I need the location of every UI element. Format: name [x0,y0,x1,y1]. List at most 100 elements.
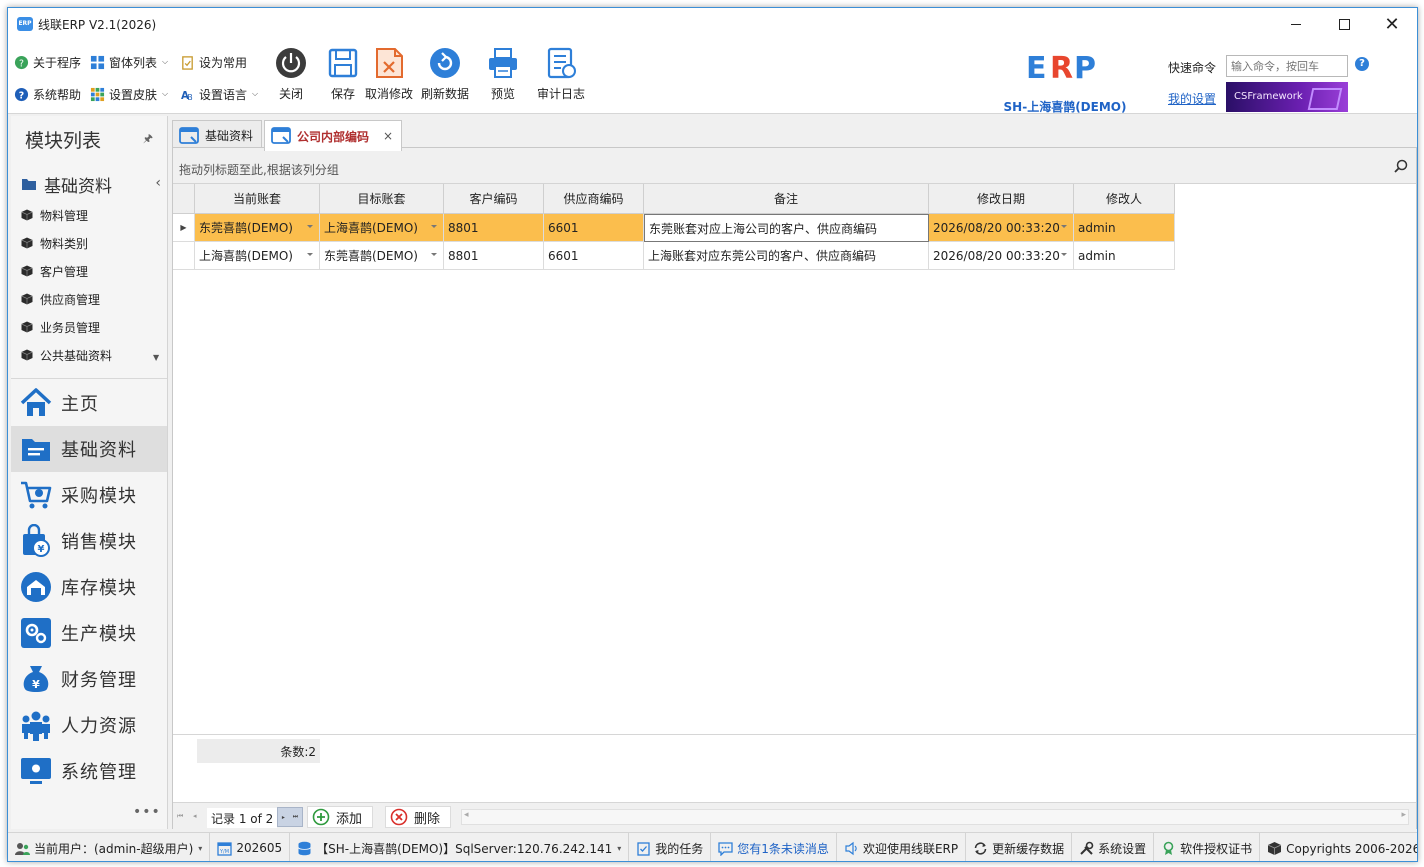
svg-text:¥: ¥ [32,678,40,691]
app-logo-icon: ERP [17,17,33,31]
tab-basic-data[interactable]: 基础资料 [172,120,263,150]
dropdown-arrow-icon[interactable] [1061,225,1067,228]
sub-item-salesman[interactable]: 业务员管理 [21,317,100,337]
maximize-button[interactable] [1321,8,1367,40]
more-icon[interactable]: ••• [133,804,161,820]
column-header[interactable]: 当前账套 [195,184,320,214]
status-tasks[interactable]: 我的任务 [629,833,712,861]
column-header[interactable]: 供应商编码 [544,184,644,214]
close-tab-icon[interactable]: × [383,129,393,143]
module-production[interactable]: 生产模块 [11,610,167,656]
set-common-button[interactable]: 设为常用 [180,52,247,72]
sub-item-public-data[interactable]: 公共基础资料 [21,345,112,365]
module-label: 主页 [61,394,99,415]
sub-item-supplier[interactable]: 供应商管理 [21,289,100,309]
cell-current-book[interactable]: 上海喜鹊(DEMO) [195,242,320,270]
module-hr[interactable]: 人力资源 [11,702,167,748]
column-header[interactable]: 目标账套 [320,184,444,214]
column-header[interactable]: 备注 [644,184,929,214]
horizontal-scrollbar[interactable] [461,809,1409,825]
prev-record-icon[interactable]: ◂ [193,812,197,820]
tab-internal-code[interactable]: 公司内部编码 × [264,120,403,151]
module-purchase[interactable]: 采购模块 [11,472,167,518]
command-input[interactable] [1226,55,1348,77]
search-icon[interactable] [1394,159,1408,173]
module-system[interactable]: 系统管理 [11,748,167,794]
column-header[interactable]: 修改人 [1074,184,1175,214]
tools-icon [1080,841,1094,855]
cell-current-book[interactable]: 东莞喜鹊(DEMO) [195,214,320,242]
cell-modifier[interactable]: admin [1074,214,1175,242]
dropdown-arrow-icon[interactable] [307,253,313,256]
status-current-user[interactable]: 当前用户：(admin-超级用户) ▾ [8,833,211,861]
dropdown-arrow-icon[interactable] [431,225,437,228]
audit-log-button[interactable]: 审计日志 [537,44,585,106]
module-basic-data[interactable]: 基础资料 [11,426,167,472]
delete-button[interactable]: 删除 [385,806,452,828]
preview-button[interactable]: 预览 [486,44,520,106]
sub-item-category[interactable]: 物料类别 [21,233,88,253]
dropdown-arrow-icon[interactable] [307,225,313,228]
help-button[interactable]: ? 系统帮助 [14,84,81,104]
group-header-basic[interactable]: 基础资料 ‹ [21,173,161,197]
cell-customer-code[interactable]: 8801 [444,242,544,270]
skin-button[interactable]: 设置皮肤 ⌵ [90,84,168,104]
users-icon [15,842,30,855]
save-button[interactable]: 保存 [326,44,360,106]
sub-item-customer[interactable]: 客户管理 [21,261,88,281]
chevron-left-icon[interactable]: ‹ [155,175,161,191]
table-row[interactable]: ▶ 东莞喜鹊(DEMO) 上海喜鹊(DEMO) 8801 6601 东莞账套对应… [173,214,1175,242]
cell-supplier-code[interactable]: 6601 [544,214,644,242]
status-period[interactable]: Y/M 202605 [210,833,291,861]
status-messages[interactable]: 您有1条未读消息 [711,833,837,861]
module-label: 库存模块 [61,578,137,599]
status-db-label: 【SH-上海喜鹊(DEMO)】SqlServer:120.76.242.141 [316,841,613,856]
close-button[interactable]: 关闭 [274,44,308,106]
next-last-record-buttons[interactable]: ▸ ⏭ [277,807,303,827]
about-button[interactable]: ? 关于程序 [14,52,81,72]
help-label: 系统帮助 [33,87,82,102]
first-record-icon[interactable]: ⏮ [177,812,183,821]
cell-modified-date[interactable]: 2026/08/20 00:33:20 [929,242,1074,270]
status-database[interactable]: 【SH-上海喜鹊(DEMO)】SqlServer:120.76.242.141 … [290,833,630,861]
audit-log-label: 审计日志 [537,87,586,101]
cell-remark[interactable]: 上海账套对应东莞公司的客户、供应商编码 [644,242,929,270]
dropdown-arrow-icon[interactable] [431,253,437,256]
module-finance[interactable]: ¥ 财务管理 [11,656,167,702]
help-circle-icon[interactable]: ? [1355,57,1369,71]
language-button[interactable]: AB 设置语言 ⌵ [180,84,258,104]
close-window-button[interactable]: ✕ [1369,8,1415,40]
cell-target-book[interactable]: 东莞喜鹊(DEMO) [320,242,444,270]
pin-icon[interactable]: 🖈 [143,130,153,149]
my-settings-link[interactable]: 我的设置 [1168,90,1216,107]
module-inventory[interactable]: 库存模块 [11,564,167,610]
cell-target-book[interactable]: 上海喜鹊(DEMO) [320,214,444,242]
add-button[interactable]: 添加 [307,806,374,828]
chevron-down-icon: ⌵ [162,89,169,98]
csframework-banner[interactable]: CSFramework [1226,82,1348,112]
cancel-edit-button[interactable]: 取消修改 [365,44,413,106]
window-list-button[interactable]: 窗体列表 ⌵ [90,52,168,72]
database-icon [298,841,312,855]
status-license[interactable]: 软件授权证书 [1154,833,1261,861]
module-home[interactable]: 主页 [11,380,167,426]
minimize-button[interactable] [1273,8,1319,40]
column-header[interactable]: 修改日期 [929,184,1074,214]
status-settings[interactable]: 系统设置 [1072,833,1155,861]
cell-customer-code[interactable]: 8801 [444,214,544,242]
column-header[interactable]: 客户编码 [444,184,544,214]
cell-supplier-code[interactable]: 6601 [544,242,644,270]
module-sales[interactable]: ¥ 销售模块 [11,518,167,564]
cell-remark[interactable]: 东莞账套对应上海公司的客户、供应商编码 [644,214,929,242]
group-by-panel[interactable]: 拖动列标题至此,根据该列分组 [173,148,1416,184]
last-record-icon[interactable]: ⏭ [293,813,298,821]
status-update-cache[interactable]: 更新缓存数据 [966,833,1073,861]
refresh-button[interactable]: 刷新数据 [421,44,469,106]
scroll-down-icon[interactable]: ▼ [153,353,159,362]
dropdown-arrow-icon[interactable] [1061,253,1067,256]
sub-item-material[interactable]: 物料管理 [21,205,88,225]
cell-modifier[interactable]: admin [1074,242,1175,270]
cell-modified-date[interactable]: 2026/08/20 00:33:20 [929,214,1074,242]
next-record-icon[interactable]: ▸ [282,814,285,821]
table-row[interactable]: 上海喜鹊(DEMO) 东莞喜鹊(DEMO) 8801 6601 上海账套对应东莞… [173,242,1175,270]
